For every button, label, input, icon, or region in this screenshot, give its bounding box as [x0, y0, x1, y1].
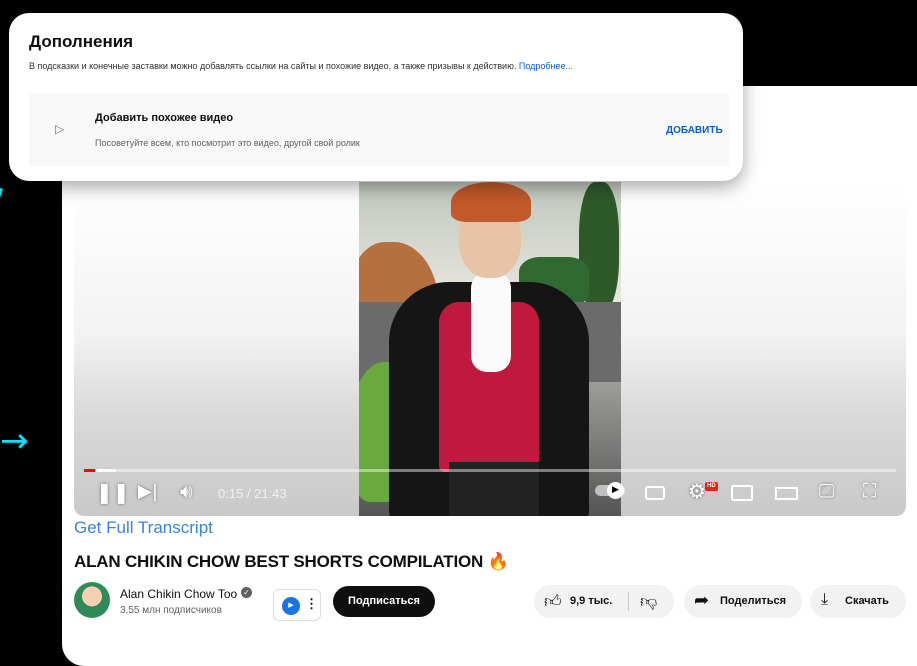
- channel-avatar[interactable]: [74, 582, 110, 618]
- extras-description: В подсказки и конечные заставки можно до…: [29, 61, 573, 71]
- theater-icon[interactable]: [775, 487, 798, 500]
- decorative-cyan-line: [0, 188, 3, 248]
- extension-icon: ▶: [282, 597, 300, 615]
- download-icon: ⤓: [821, 591, 829, 608]
- pause-icon[interactable]: ❚❚: [96, 480, 130, 504]
- extras-card: Дополнения В подсказки и конечные застав…: [9, 13, 743, 181]
- video-frame: [359, 182, 621, 516]
- time-display: 0:15 / 21:43: [218, 486, 287, 501]
- share-icon: ➦: [694, 590, 710, 610]
- add-button[interactable]: ДОБАВИТЬ: [666, 125, 723, 136]
- more-vert-icon[interactable]: ⋮: [305, 596, 318, 612]
- hd-badge: HD: [705, 482, 718, 491]
- progress-bar[interactable]: [84, 469, 896, 472]
- miniplayer-icon[interactable]: [731, 485, 753, 501]
- add-related-video-row[interactable]: ▷ Добавить похожее видео Посоветуйте все…: [29, 93, 729, 166]
- thumb-up-icon[interactable]: 👍︎: [544, 591, 562, 612]
- subscribe-button[interactable]: Подписаться: [333, 586, 435, 617]
- video-title: ALAN CHIKIN CHOW BEST SHORTS COMPILATION…: [74, 552, 509, 571]
- extension-button[interactable]: ▶ ⋮: [273, 589, 321, 621]
- fullscreen-icon[interactable]: ⛶: [863, 480, 876, 502]
- get-transcript-link[interactable]: Get Full Transcript: [74, 518, 213, 538]
- subtitles-icon[interactable]: [645, 486, 665, 500]
- verified-icon: ✓: [241, 587, 252, 598]
- download-label: Скачать: [845, 595, 889, 607]
- like-count[interactable]: 9,9 тыс.: [570, 595, 612, 607]
- progress-played: [84, 469, 96, 472]
- like-dislike-group: 👍︎ 9,9 тыс. 👎︎: [534, 585, 674, 618]
- add-related-video-description: Посоветуйте всем, кто посмотрит это виде…: [95, 138, 360, 148]
- play-outline-icon: ▷: [55, 122, 65, 136]
- thumb-down-icon[interactable]: 👎︎: [640, 591, 657, 612]
- share-button[interactable]: ➦ Поделиться: [684, 585, 802, 618]
- learn-more-link[interactable]: Подробнее...: [519, 61, 573, 71]
- extras-description-text: В подсказки и конечные заставки можно до…: [29, 61, 517, 71]
- cast-icon[interactable]: ⎚: [819, 480, 834, 502]
- download-button[interactable]: ⤓ Скачать: [810, 585, 906, 618]
- add-related-video-title: Добавить похожее видео: [95, 112, 234, 124]
- arrow-right-icon: →: [0, 421, 29, 461]
- divider: [628, 592, 629, 611]
- channel-name[interactable]: Alan Chikin Chow Too: [120, 587, 237, 601]
- extras-title: Дополнения: [29, 32, 134, 51]
- settings-icon[interactable]: ⚙: [688, 479, 706, 503]
- video-player[interactable]: ❚❚ ▶| 🔊︎ 0:15 / 21:43 ▶ ⚙ HD ⎚ ⛶: [74, 182, 906, 516]
- subscriber-count: 3,55 млн подписчиков: [120, 605, 222, 616]
- share-label: Поделиться: [720, 595, 787, 607]
- next-icon[interactable]: ▶|: [138, 481, 158, 502]
- autoplay-knob-icon: ▶: [607, 482, 624, 499]
- volume-icon[interactable]: 🔊︎: [180, 479, 193, 503]
